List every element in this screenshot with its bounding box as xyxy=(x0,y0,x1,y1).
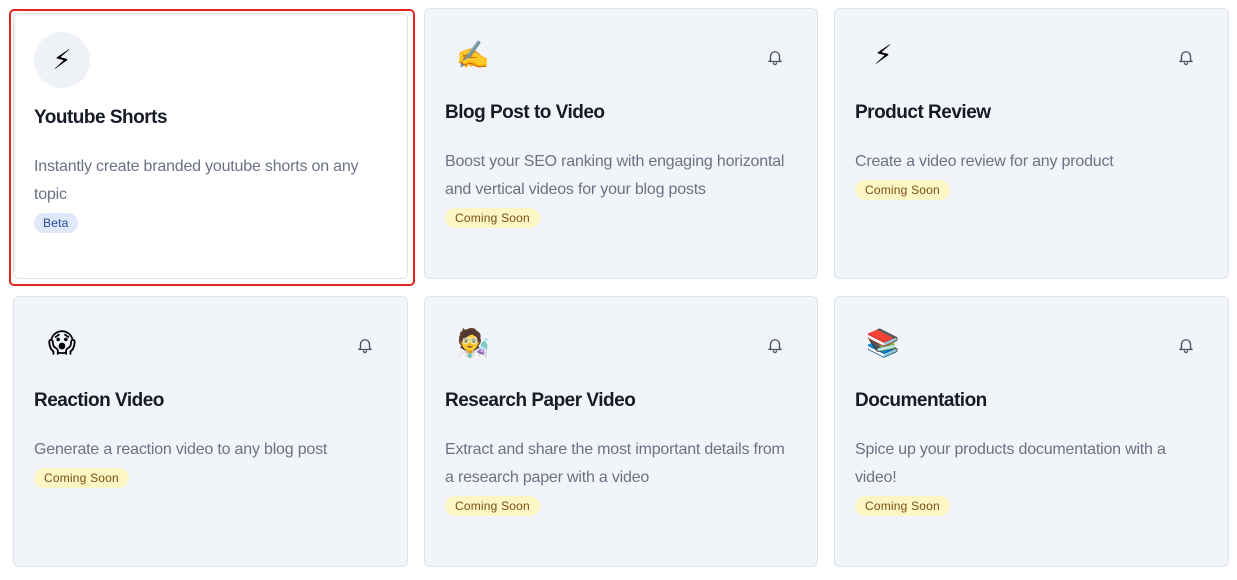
card-title: Youtube Shorts xyxy=(34,107,168,128)
card-reaction-video[interactable]: 😱 Reaction Video Generate a reaction vid… xyxy=(13,296,408,567)
bell-icon[interactable] xyxy=(1177,335,1195,355)
card-description: Boost your SEO ranking with engaging hor… xyxy=(445,153,785,198)
bell-icon[interactable] xyxy=(766,47,784,67)
card-description: Generate a reaction video to any blog po… xyxy=(34,441,328,458)
card-product-review[interactable]: ⚡ Product Review Create a video review f… xyxy=(834,8,1229,279)
card-description: Create a video review for any product xyxy=(855,153,1114,170)
coming-soon-badge: Coming Soon xyxy=(855,496,950,516)
beta-badge: Beta xyxy=(34,213,78,233)
lightning-icon: ⚡ xyxy=(34,32,90,88)
coming-soon-badge: Coming Soon xyxy=(445,208,540,228)
card-documentation[interactable]: 📚 Documentation Spice up your products d… xyxy=(834,296,1229,567)
coming-soon-badge: Coming Soon xyxy=(855,180,950,200)
writing-hand-icon: ✍️ xyxy=(456,39,490,70)
card-description: Extract and share the most important det… xyxy=(445,441,785,486)
card-description: Spice up your products documentation wit… xyxy=(855,441,1166,486)
coming-soon-badge: Coming Soon xyxy=(34,468,129,488)
card-title: Research Paper Video xyxy=(445,390,636,411)
scientist-icon: 🧑‍🔬 xyxy=(456,327,490,358)
screaming-face-icon: 😱 xyxy=(47,327,77,358)
bell-icon[interactable] xyxy=(1177,47,1195,67)
card-blog-post-to-video[interactable]: ✍️ Blog Post to Video Boost your SEO ran… xyxy=(424,8,818,279)
lightning-icon: ⚡ xyxy=(873,39,893,70)
bell-icon[interactable] xyxy=(766,335,784,355)
card-research-paper-video[interactable]: 🧑‍🔬 Research Paper Video Extract and sha… xyxy=(424,296,818,567)
card-title: Blog Post to Video xyxy=(445,102,605,123)
books-icon: 📚 xyxy=(866,327,900,358)
card-title: Reaction Video xyxy=(34,390,164,411)
bell-icon[interactable] xyxy=(356,335,374,355)
coming-soon-badge: Coming Soon xyxy=(445,496,540,516)
card-youtube-shorts[interactable]: ⚡ Youtube Shorts Instantly create brande… xyxy=(13,13,408,279)
card-title: Documentation xyxy=(855,390,987,411)
card-title: Product Review xyxy=(855,102,991,123)
card-description: Instantly create branded youtube shorts … xyxy=(34,158,359,203)
